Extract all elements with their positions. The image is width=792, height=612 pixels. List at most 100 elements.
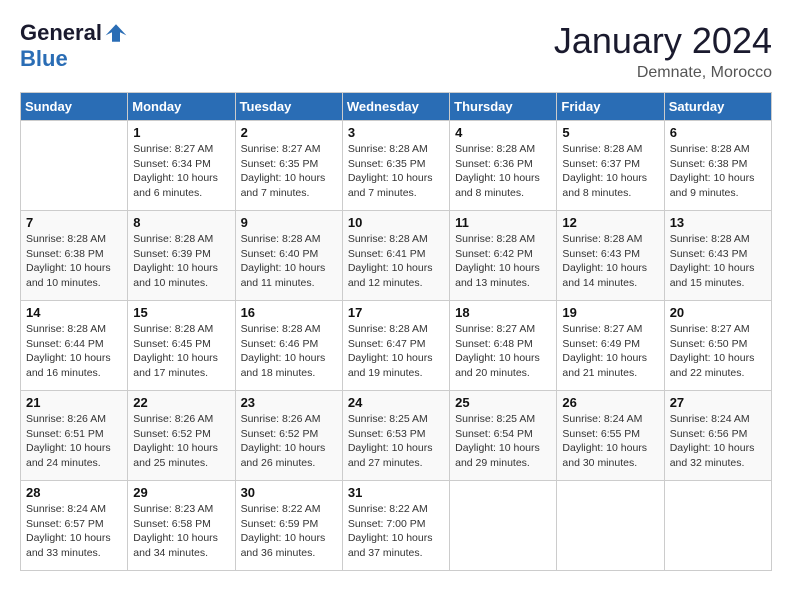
calendar-week-row: 1 Sunrise: 8:27 AMSunset: 6:34 PMDayligh… <box>21 121 772 211</box>
day-header: Friday <box>557 93 664 121</box>
day-info: Sunrise: 8:26 AMSunset: 6:51 PMDaylight:… <box>26 412 122 471</box>
day-info: Sunrise: 8:28 AMSunset: 6:40 PMDaylight:… <box>241 232 337 291</box>
day-info: Sunrise: 8:28 AMSunset: 6:41 PMDaylight:… <box>348 232 444 291</box>
day-info: Sunrise: 8:27 AMSunset: 6:48 PMDaylight:… <box>455 322 551 381</box>
day-number: 9 <box>241 215 337 230</box>
calendar-day-cell: 8 Sunrise: 8:28 AMSunset: 6:39 PMDayligh… <box>128 211 235 301</box>
day-info: Sunrise: 8:28 AMSunset: 6:35 PMDaylight:… <box>348 142 444 201</box>
day-number: 18 <box>455 305 551 320</box>
day-info: Sunrise: 8:24 AMSunset: 6:57 PMDaylight:… <box>26 502 122 561</box>
calendar-day-cell: 31 Sunrise: 8:22 AMSunset: 7:00 PMDaylig… <box>342 481 449 571</box>
day-info: Sunrise: 8:27 AMSunset: 6:49 PMDaylight:… <box>562 322 658 381</box>
calendar-week-row: 7 Sunrise: 8:28 AMSunset: 6:38 PMDayligh… <box>21 211 772 301</box>
day-info: Sunrise: 8:28 AMSunset: 6:36 PMDaylight:… <box>455 142 551 201</box>
day-number: 1 <box>133 125 229 140</box>
day-number: 13 <box>670 215 766 230</box>
calendar-week-row: 28 Sunrise: 8:24 AMSunset: 6:57 PMDaylig… <box>21 481 772 571</box>
day-header: Sunday <box>21 93 128 121</box>
day-info: Sunrise: 8:26 AMSunset: 6:52 PMDaylight:… <box>241 412 337 471</box>
calendar-day-cell: 2 Sunrise: 8:27 AMSunset: 6:35 PMDayligh… <box>235 121 342 211</box>
calendar-day-cell: 27 Sunrise: 8:24 AMSunset: 6:56 PMDaylig… <box>664 391 771 481</box>
title-area: January 2024 Demnate, Morocco <box>554 20 772 82</box>
calendar-day-cell: 4 Sunrise: 8:28 AMSunset: 6:36 PMDayligh… <box>450 121 557 211</box>
logo: General Blue <box>20 20 128 72</box>
calendar-day-cell: 10 Sunrise: 8:28 AMSunset: 6:41 PMDaylig… <box>342 211 449 301</box>
day-header: Thursday <box>450 93 557 121</box>
day-number: 20 <box>670 305 766 320</box>
day-info: Sunrise: 8:28 AMSunset: 6:43 PMDaylight:… <box>562 232 658 291</box>
day-info: Sunrise: 8:28 AMSunset: 6:44 PMDaylight:… <box>26 322 122 381</box>
day-header: Saturday <box>664 93 771 121</box>
calendar-day-cell: 3 Sunrise: 8:28 AMSunset: 6:35 PMDayligh… <box>342 121 449 211</box>
day-number: 31 <box>348 485 444 500</box>
day-info: Sunrise: 8:28 AMSunset: 6:45 PMDaylight:… <box>133 322 229 381</box>
calendar-day-cell: 21 Sunrise: 8:26 AMSunset: 6:51 PMDaylig… <box>21 391 128 481</box>
day-number: 2 <box>241 125 337 140</box>
day-info: Sunrise: 8:28 AMSunset: 6:38 PMDaylight:… <box>26 232 122 291</box>
day-header: Monday <box>128 93 235 121</box>
day-number: 19 <box>562 305 658 320</box>
day-info: Sunrise: 8:27 AMSunset: 6:34 PMDaylight:… <box>133 142 229 201</box>
day-number: 26 <box>562 395 658 410</box>
day-info: Sunrise: 8:27 AMSunset: 6:35 PMDaylight:… <box>241 142 337 201</box>
calendar-day-cell: 17 Sunrise: 8:28 AMSunset: 6:47 PMDaylig… <box>342 301 449 391</box>
calendar-day-cell: 6 Sunrise: 8:28 AMSunset: 6:38 PMDayligh… <box>664 121 771 211</box>
calendar-day-cell: 16 Sunrise: 8:28 AMSunset: 6:46 PMDaylig… <box>235 301 342 391</box>
logo-general-text: General <box>20 20 102 46</box>
day-number: 8 <box>133 215 229 230</box>
day-info: Sunrise: 8:26 AMSunset: 6:52 PMDaylight:… <box>133 412 229 471</box>
page-header: General Blue January 2024 Demnate, Moroc… <box>20 20 772 82</box>
day-info: Sunrise: 8:28 AMSunset: 6:47 PMDaylight:… <box>348 322 444 381</box>
day-number: 30 <box>241 485 337 500</box>
calendar-day-cell: 12 Sunrise: 8:28 AMSunset: 6:43 PMDaylig… <box>557 211 664 301</box>
calendar-day-cell: 26 Sunrise: 8:24 AMSunset: 6:55 PMDaylig… <box>557 391 664 481</box>
day-info: Sunrise: 8:27 AMSunset: 6:50 PMDaylight:… <box>670 322 766 381</box>
calendar-day-cell: 25 Sunrise: 8:25 AMSunset: 6:54 PMDaylig… <box>450 391 557 481</box>
day-number: 3 <box>348 125 444 140</box>
calendar-day-cell: 5 Sunrise: 8:28 AMSunset: 6:37 PMDayligh… <box>557 121 664 211</box>
calendar-header-row: SundayMondayTuesdayWednesdayThursdayFrid… <box>21 93 772 121</box>
calendar-day-cell: 15 Sunrise: 8:28 AMSunset: 6:45 PMDaylig… <box>128 301 235 391</box>
day-info: Sunrise: 8:24 AMSunset: 6:56 PMDaylight:… <box>670 412 766 471</box>
calendar-day-cell: 30 Sunrise: 8:22 AMSunset: 6:59 PMDaylig… <box>235 481 342 571</box>
calendar-day-cell: 14 Sunrise: 8:28 AMSunset: 6:44 PMDaylig… <box>21 301 128 391</box>
calendar-day-cell: 19 Sunrise: 8:27 AMSunset: 6:49 PMDaylig… <box>557 301 664 391</box>
day-number: 15 <box>133 305 229 320</box>
location: Demnate, Morocco <box>554 64 772 82</box>
calendar-day-cell: 1 Sunrise: 8:27 AMSunset: 6:34 PMDayligh… <box>128 121 235 211</box>
day-info: Sunrise: 8:24 AMSunset: 6:55 PMDaylight:… <box>562 412 658 471</box>
day-number: 14 <box>26 305 122 320</box>
day-number: 29 <box>133 485 229 500</box>
calendar-day-cell: 11 Sunrise: 8:28 AMSunset: 6:42 PMDaylig… <box>450 211 557 301</box>
calendar-week-row: 14 Sunrise: 8:28 AMSunset: 6:44 PMDaylig… <box>21 301 772 391</box>
day-number: 5 <box>562 125 658 140</box>
day-number: 4 <box>455 125 551 140</box>
day-header: Wednesday <box>342 93 449 121</box>
logo-blue-text: Blue <box>20 46 68 72</box>
calendar-day-cell <box>664 481 771 571</box>
day-info: Sunrise: 8:22 AMSunset: 7:00 PMDaylight:… <box>348 502 444 561</box>
day-info: Sunrise: 8:22 AMSunset: 6:59 PMDaylight:… <box>241 502 337 561</box>
day-info: Sunrise: 8:28 AMSunset: 6:39 PMDaylight:… <box>133 232 229 291</box>
day-number: 27 <box>670 395 766 410</box>
day-info: Sunrise: 8:28 AMSunset: 6:38 PMDaylight:… <box>670 142 766 201</box>
day-number: 21 <box>26 395 122 410</box>
day-number: 28 <box>26 485 122 500</box>
calendar-day-cell: 28 Sunrise: 8:24 AMSunset: 6:57 PMDaylig… <box>21 481 128 571</box>
calendar-day-cell <box>21 121 128 211</box>
calendar-day-cell <box>557 481 664 571</box>
day-info: Sunrise: 8:28 AMSunset: 6:42 PMDaylight:… <box>455 232 551 291</box>
day-number: 16 <box>241 305 337 320</box>
day-number: 7 <box>26 215 122 230</box>
day-info: Sunrise: 8:28 AMSunset: 6:37 PMDaylight:… <box>562 142 658 201</box>
calendar-day-cell <box>450 481 557 571</box>
day-header: Tuesday <box>235 93 342 121</box>
day-number: 17 <box>348 305 444 320</box>
day-number: 23 <box>241 395 337 410</box>
day-number: 6 <box>670 125 766 140</box>
day-number: 12 <box>562 215 658 230</box>
calendar-week-row: 21 Sunrise: 8:26 AMSunset: 6:51 PMDaylig… <box>21 391 772 481</box>
calendar-table: SundayMondayTuesdayWednesdayThursdayFrid… <box>20 92 772 571</box>
calendar-day-cell: 23 Sunrise: 8:26 AMSunset: 6:52 PMDaylig… <box>235 391 342 481</box>
calendar-day-cell: 7 Sunrise: 8:28 AMSunset: 6:38 PMDayligh… <box>21 211 128 301</box>
